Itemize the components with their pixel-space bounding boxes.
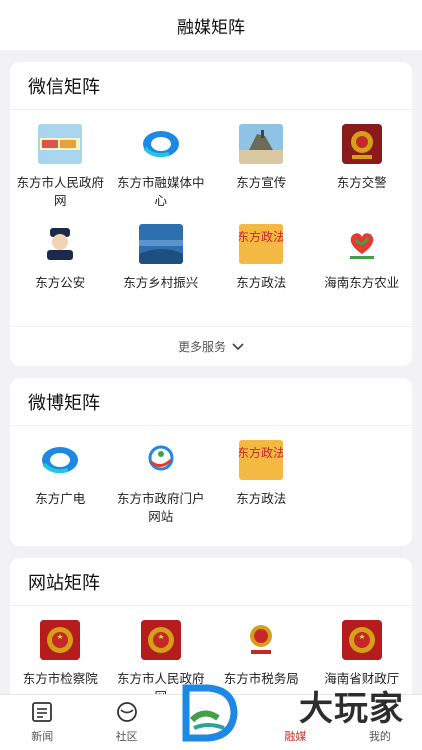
media-center-logo-icon: [139, 124, 183, 164]
app-tile-broadcast[interactable]: 东方广电: [10, 436, 111, 536]
watermark-logo: 大玩家: [299, 689, 404, 729]
app-tile-gov-website[interactable]: 东方市人民政府网: [10, 120, 111, 220]
wechat-matrix-card: 微信矩阵 东方市人民政府网 东方市融媒体中心 东方宣传 东方交警 东方公安 东方…: [10, 62, 412, 366]
top-bar: 融媒矩阵: [0, 0, 422, 50]
app-tile-public-security[interactable]: 东方公安: [10, 220, 111, 320]
politics-law-icon: 东方政法: [239, 440, 284, 480]
gov-portal-logo-icon: [139, 440, 183, 480]
app-tile-media-center[interactable]: 东方市融媒体中心: [111, 120, 212, 220]
svg-text:东方政法: 东方政法: [239, 229, 283, 244]
weibo-matrix-card: 微博矩阵 东方广电 东方市政府门户网站 东方政法 东方政法: [10, 378, 412, 546]
center-app-logo-button[interactable]: [176, 680, 246, 744]
app-tile-politics-law[interactable]: 东方政法 东方政法: [211, 220, 312, 320]
app-tile-propaganda[interactable]: 东方宣传: [211, 120, 312, 220]
chevron-down-icon: [232, 340, 244, 354]
national-emblem-icon: [140, 620, 181, 660]
national-emblem-icon: [341, 620, 382, 660]
app-tile-rural-revitalization[interactable]: 东方乡村振兴: [111, 220, 212, 320]
page-title: 融媒矩阵: [177, 17, 245, 38]
gov-banner-icon: [38, 124, 83, 164]
rural-revitalization-banner-icon: [138, 224, 183, 264]
website-matrix-title: 网站矩阵: [10, 558, 412, 606]
agriculture-heart-icon: [340, 224, 384, 264]
app-tile-politics-law-weibo[interactable]: 东方政法 东方政法: [211, 436, 312, 536]
more-services-label: 更多服务: [177, 340, 226, 354]
svg-text:东方政法: 东方政法: [239, 445, 283, 460]
traffic-police-badge-icon: [341, 124, 382, 164]
wechat-matrix-title: 微信矩阵: [10, 62, 412, 110]
app-tile-procuratorate[interactable]: 东方市检察院: [10, 616, 111, 694]
more-services-button[interactable]: 更多服务: [10, 326, 412, 366]
coast-landscape-icon: [239, 124, 284, 164]
newspaper-icon: [30, 700, 54, 724]
police-cartoon-icon: [38, 224, 82, 264]
national-emblem-icon: [40, 620, 81, 660]
app-tile-agriculture[interactable]: 海南东方农业: [312, 220, 413, 320]
tab-community[interactable]: 社区: [84, 695, 168, 750]
app-tile-traffic-police[interactable]: 东方交警: [312, 120, 413, 220]
broadcast-logo-icon: [38, 440, 82, 480]
app-tile-gov-portal[interactable]: 东方市政府门户网站: [111, 436, 212, 536]
weibo-matrix-title: 微博矩阵: [10, 378, 412, 426]
main-content: 微信矩阵 东方市人民政府网 东方市融媒体中心 东方宣传 东方交警 东方公安 东方…: [0, 50, 422, 694]
tab-news[interactable]: 新闻: [0, 695, 84, 750]
website-matrix-card: 网站矩阵 东方市检察院 东方市人民政府网 东方市税务局: [10, 558, 412, 694]
tax-bureau-emblem-icon: [239, 620, 283, 660]
politics-law-icon: 东方政法: [239, 224, 284, 264]
community-icon: [115, 700, 139, 724]
